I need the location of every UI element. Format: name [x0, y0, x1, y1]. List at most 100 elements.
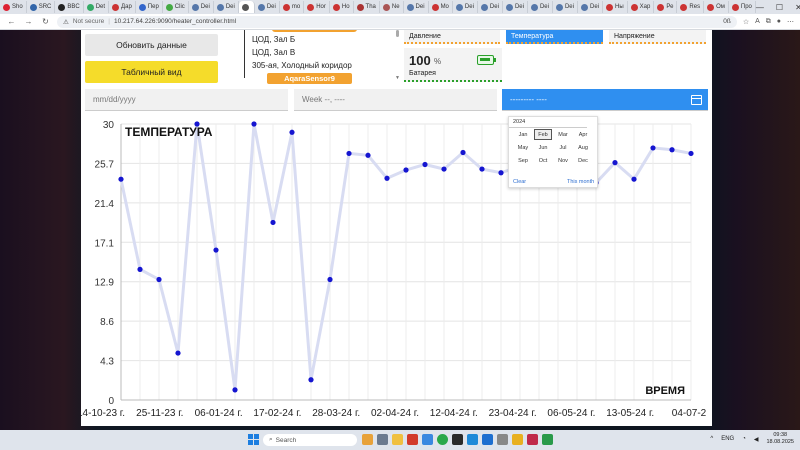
widgets-icon[interactable] — [362, 434, 373, 445]
browser-tab[interactable]: Про — [729, 1, 756, 13]
browser-tab[interactable]: Dei — [214, 1, 239, 13]
picker-month-jan[interactable]: Jan — [514, 129, 532, 140]
mail-icon[interactable] — [422, 434, 433, 445]
refresh-data-button[interactable]: Обновить данные — [85, 34, 218, 56]
zoom-indicator[interactable]: 0ß — [723, 18, 731, 25]
translate-icon[interactable]: A — [755, 18, 760, 26]
task-view-icon[interactable] — [377, 434, 388, 445]
voltage-metric[interactable]: Напряжение — [609, 30, 706, 44]
browser-tab[interactable]: BBC — [55, 1, 84, 13]
app-icon-red[interactable] — [527, 434, 538, 445]
taskbar-search[interactable]: ⌕ Search — [263, 434, 357, 446]
browser-tab[interactable]: Dei — [189, 1, 214, 13]
data-point — [365, 152, 371, 158]
clock[interactable]: 09:38 18.08.2025 — [766, 432, 794, 446]
browser-tab[interactable]: Ны — [603, 1, 628, 13]
browser-tab[interactable]: Ho — [330, 1, 354, 13]
picker-month-oct[interactable]: Oct — [534, 155, 552, 166]
picker-clear-link[interactable]: Clear — [513, 179, 526, 185]
table-view-button[interactable]: Табличный вид — [85, 61, 218, 83]
picker-month-feb[interactable]: Feb — [534, 129, 552, 140]
browser-tab[interactable]: Дар — [109, 1, 136, 13]
wifi-icon[interactable]: ◔ — [742, 436, 746, 442]
week-input[interactable]: Week --, ---- — [294, 89, 497, 111]
month-input[interactable]: --------- ---- — [502, 89, 708, 111]
picker-month-mar[interactable]: Mar — [554, 129, 572, 140]
picker-month-may[interactable]: May — [514, 142, 532, 153]
teams-icon[interactable] — [467, 434, 478, 445]
sensor-item[interactable]: 305-ая, Холодный коридор — [252, 61, 352, 70]
browser-tab[interactable]: Clic — [163, 1, 189, 13]
file-explorer-icon[interactable] — [392, 434, 403, 445]
url-field[interactable]: ⚠ Not secure | 10.217.64.226:9090/heater… — [57, 15, 737, 28]
minimize-icon[interactable]: — — [756, 3, 764, 12]
scroll-down-icon[interactable]: ▼ — [395, 75, 400, 81]
picker-month-jul[interactable]: Jul — [554, 142, 572, 153]
terminal-icon[interactable] — [452, 434, 463, 445]
picker-month-aug[interactable]: Aug — [574, 142, 592, 153]
browser-tab[interactable]: Hor — [304, 1, 330, 13]
list-scrollbar[interactable] — [396, 30, 399, 37]
calendar-icon[interactable] — [691, 95, 702, 105]
browser-tab[interactable]: Dei — [553, 1, 578, 13]
browser-tab[interactable]: Dei — [503, 1, 528, 13]
app-icon[interactable] — [497, 434, 508, 445]
browser-tab[interactable]: Ом — [704, 1, 729, 13]
vscode-icon[interactable] — [482, 434, 493, 445]
picker-month-dec[interactable]: Dec — [574, 155, 592, 166]
data-point — [308, 377, 314, 383]
tab-favicon-icon — [332, 3, 340, 11]
yandex-icon[interactable] — [512, 434, 523, 445]
maximize-icon[interactable]: ☐ — [776, 3, 783, 12]
picker-year[interactable]: 2024 — [513, 119, 525, 125]
sensor-list[interactable]: ЦОД, Зал Б ЦОД, Зал В 305-ая, Холодный к… — [244, 30, 402, 86]
reload-icon[interactable]: ↻ — [40, 16, 51, 27]
browser-tab[interactable]: Res — [677, 1, 705, 13]
temperature-metric[interactable]: Температура — [506, 30, 603, 44]
picker-month-apr[interactable]: Apr — [574, 129, 592, 140]
picker-month-jun[interactable]: Jun — [534, 142, 552, 153]
browser-tab[interactable]: Dei — [404, 1, 429, 13]
browser-tab[interactable]: Хар — [628, 1, 655, 13]
browser-tab[interactable]: Dei — [528, 1, 553, 13]
browser-tab[interactable]: SRC — [27, 1, 56, 13]
browser-tab[interactable]: Sho — [0, 1, 27, 13]
browser-tab[interactable]: Dei — [578, 1, 603, 13]
picker-month-nov[interactable]: Nov — [554, 155, 572, 166]
close-icon[interactable]: ✕ — [795, 3, 800, 12]
pressure-metric[interactable]: Давление — [404, 30, 500, 44]
month-picker-popup: 2024 Clear This month Jan Feb Mar Apr May Jun… — [508, 116, 598, 188]
back-icon[interactable]: ← — [6, 16, 17, 27]
picker-this-month-link[interactable]: This month — [567, 179, 594, 185]
browser-tab[interactable]: Mo — [429, 1, 453, 13]
browser-tab[interactable]: Dei — [453, 1, 478, 13]
browser-tab[interactable]: Ne — [380, 1, 404, 13]
browser-tab[interactable]: mo — [280, 1, 305, 13]
sensor-item[interactable]: ЦОД, Зал Б — [252, 35, 295, 44]
browser-tab[interactable]: Ре — [654, 1, 678, 13]
office-icon[interactable] — [407, 434, 418, 445]
extensions-icon[interactable]: ⧉ — [766, 18, 771, 26]
menu-icon[interactable]: ⋯ — [787, 18, 794, 26]
volume-icon[interactable]: ◀ — [754, 436, 759, 443]
app-icon-green[interactable] — [542, 434, 553, 445]
bookmark-star-icon[interactable]: ☆ — [743, 18, 749, 26]
language-indicator[interactable]: ENG — [721, 436, 734, 442]
tab-favicon-icon — [241, 3, 249, 11]
tray-chevron-icon[interactable]: ^ — [710, 436, 713, 442]
forward-icon[interactable]: → — [23, 16, 34, 27]
sensor-item[interactable]: ЦОД, Зал В — [252, 48, 295, 57]
browser-tab[interactable]: Dei — [255, 1, 280, 13]
x-tick-label: 14-10-23 г. — [81, 408, 125, 419]
picker-month-sep[interactable]: Sep — [514, 155, 532, 166]
browser-tab[interactable] — [238, 1, 255, 13]
browser-tab[interactable]: Dei — [478, 1, 503, 13]
browser-tab[interactable]: Пер — [136, 1, 163, 13]
browser-tab[interactable]: Det — [84, 1, 110, 13]
data-point — [270, 219, 276, 226]
profile-icon[interactable]: ● — [777, 18, 781, 26]
date-input[interactable]: mm/dd/yyyy — [85, 89, 288, 111]
chrome-icon[interactable] — [437, 434, 448, 445]
browser-tab[interactable]: Tha — [354, 1, 380, 13]
windows-start-icon[interactable] — [248, 434, 259, 445]
